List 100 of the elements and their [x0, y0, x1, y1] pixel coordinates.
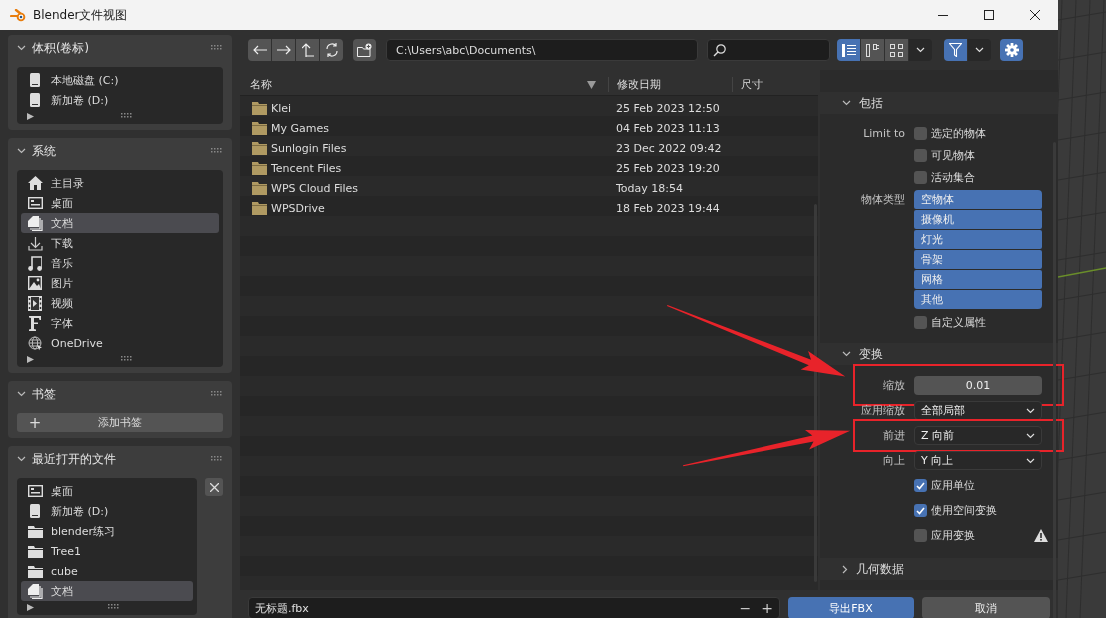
export-button[interactable]: 导出FBX [788, 597, 914, 618]
sidebar-item[interactable]: 桌面 [21, 193, 219, 213]
checkbox[interactable] [914, 126, 927, 140]
chevron-down-icon[interactable] [1026, 432, 1035, 439]
dropdown[interactable]: Z 向前 [914, 426, 1042, 445]
expand-triangle-icon[interactable] [27, 603, 34, 611]
object-type-toggle[interactable]: 灯光 [914, 230, 1042, 249]
checkbox[interactable] [914, 315, 927, 329]
section-header[interactable]: 变换 [820, 343, 1058, 365]
expand-triangle-icon[interactable] [27, 112, 34, 120]
chevron-right-icon[interactable] [842, 564, 848, 574]
path-field[interactable]: C:\Users\abc\Documents\ [386, 39, 698, 61]
sidebar-item[interactable]: blender练习 [21, 521, 193, 541]
forward-button[interactable] [272, 39, 295, 61]
chevron-down-icon[interactable] [842, 351, 851, 357]
sidebar-item[interactable]: 新加卷 (D:) [21, 501, 193, 521]
checkbox[interactable] [914, 148, 927, 162]
chevron-down-icon[interactable] [1026, 407, 1035, 414]
filename-field[interactable]: 无标题.fbx − + [248, 597, 780, 618]
display-mode-button[interactable] [837, 39, 860, 61]
filter-toggle[interactable] [944, 39, 967, 61]
grip-icon[interactable] [120, 356, 133, 362]
sidebar-item[interactable]: 视频 [21, 293, 219, 313]
object-type-toggle[interactable]: 摄像机 [914, 210, 1042, 229]
checkbox-label[interactable]: 选定的物体 [931, 125, 986, 141]
panel-title[interactable]: 最近打开的文件 [32, 451, 205, 467]
display-mode-button[interactable] [885, 39, 908, 61]
sidebar-item[interactable]: 主目录 [21, 173, 219, 193]
chevron-down-icon[interactable] [17, 456, 26, 462]
column-header[interactable]: 修改日期 [608, 77, 732, 92]
panel-title[interactable]: 书签 [32, 386, 205, 402]
increment-button[interactable]: + [761, 600, 773, 616]
checkbox[interactable] [914, 529, 927, 542]
section-title[interactable]: 包括 [859, 95, 883, 111]
checkbox-label[interactable]: 使用空间变换 [931, 503, 997, 518]
chevron-down-icon[interactable] [842, 100, 851, 106]
chevron-down-icon[interactable] [1026, 457, 1035, 464]
clear-button[interactable] [205, 478, 223, 496]
file-row[interactable]: My Games 04 Feb 2023 11:13 [240, 118, 818, 138]
cancel-button[interactable]: 取消 [922, 597, 1050, 618]
chevron-down-icon[interactable] [17, 45, 26, 51]
column-header[interactable]: 名称 [250, 77, 587, 92]
grip-icon[interactable] [211, 391, 223, 397]
checkbox-label[interactable]: 自定义属性 [931, 314, 986, 330]
sidebar-item[interactable]: 下载 [21, 233, 219, 253]
chevron-down-icon[interactable] [17, 148, 26, 154]
object-type-toggle[interactable]: 其他 [914, 290, 1042, 309]
section-header[interactable]: 包括 [820, 92, 1058, 114]
file-row[interactable]: WPSDrive 18 Feb 2023 19:44 [240, 198, 818, 218]
search-field[interactable] [707, 39, 830, 61]
section-title[interactable]: 变换 [859, 346, 883, 362]
dropdown[interactable]: Y 向上 [914, 451, 1042, 470]
checkbox[interactable] [914, 504, 927, 517]
sidebar-item[interactable]: OneDrive [21, 333, 219, 353]
sidebar-item[interactable]: Tree1 [21, 541, 193, 561]
display-mode-button[interactable] [861, 39, 884, 61]
chevron-down-icon[interactable] [975, 47, 984, 53]
checkbox-label[interactable]: 活动集合 [931, 169, 975, 185]
refresh-button[interactable] [320, 39, 343, 61]
chevron-down-icon[interactable] [916, 47, 925, 53]
checkbox-label[interactable]: 应用单位 [931, 478, 975, 493]
chevron-down-icon[interactable] [17, 391, 26, 397]
grip-icon[interactable] [211, 148, 223, 154]
sidebar-item[interactable]: cube [21, 561, 193, 581]
checkbox[interactable] [914, 479, 927, 492]
new-folder-button[interactable] [353, 39, 376, 61]
checkbox-label[interactable]: 可见物体 [931, 147, 975, 163]
grip-icon[interactable] [211, 45, 223, 51]
sidebar-item[interactable]: 新加卷 (D:) [21, 90, 219, 110]
object-type-toggle[interactable]: 空物体 [914, 190, 1042, 209]
grip-icon[interactable] [107, 604, 120, 610]
checkbox[interactable] [914, 170, 927, 184]
decrement-button[interactable]: − [739, 600, 752, 616]
panel-title[interactable]: 体积(卷标) [32, 40, 205, 56]
sidebar-item[interactable]: 文档 [21, 213, 219, 233]
sort-descending-icon[interactable] [587, 80, 596, 89]
checkbox-label[interactable]: 应用变换 [931, 528, 975, 543]
grip-icon[interactable] [120, 113, 133, 119]
file-row[interactable]: Klei 25 Feb 2023 12:50 [240, 98, 818, 118]
sidebar-item[interactable]: 本地磁盘 (C:) [21, 70, 219, 90]
panel-title[interactable]: 系统 [32, 143, 205, 159]
sidebar-item[interactable]: 桌面 [21, 481, 193, 501]
sidebar-item[interactable]: 音乐 [21, 253, 219, 273]
file-row[interactable]: Sunlogin Files 23 Dec 2022 09:42 [240, 138, 818, 158]
file-row[interactable]: WPS Cloud Files Today 18:54 [240, 178, 818, 198]
section-header[interactable]: 几何数据 [820, 558, 1058, 580]
back-button[interactable] [248, 39, 271, 61]
add-bookmark-button[interactable]: + 添加书签 [17, 413, 223, 432]
expand-triangle-icon[interactable] [27, 355, 34, 363]
sidebar-item[interactable]: 文档 [21, 581, 193, 601]
section-title[interactable]: 几何数据 [856, 561, 904, 577]
file-row[interactable]: Tencent Files 25 Feb 2023 19:20 [240, 158, 818, 178]
object-type-toggle[interactable]: 网格 [914, 270, 1042, 289]
settings-button[interactable] [1000, 39, 1023, 61]
sidebar-item[interactable]: 字体 [21, 313, 219, 333]
scale-field[interactable]: 0.01 [914, 376, 1042, 395]
column-header[interactable]: 尺寸 [732, 77, 763, 92]
sidebar-item[interactable]: 图片 [21, 273, 219, 293]
object-type-toggle[interactable]: 骨架 [914, 250, 1042, 269]
parent-directory-button[interactable] [296, 39, 319, 61]
